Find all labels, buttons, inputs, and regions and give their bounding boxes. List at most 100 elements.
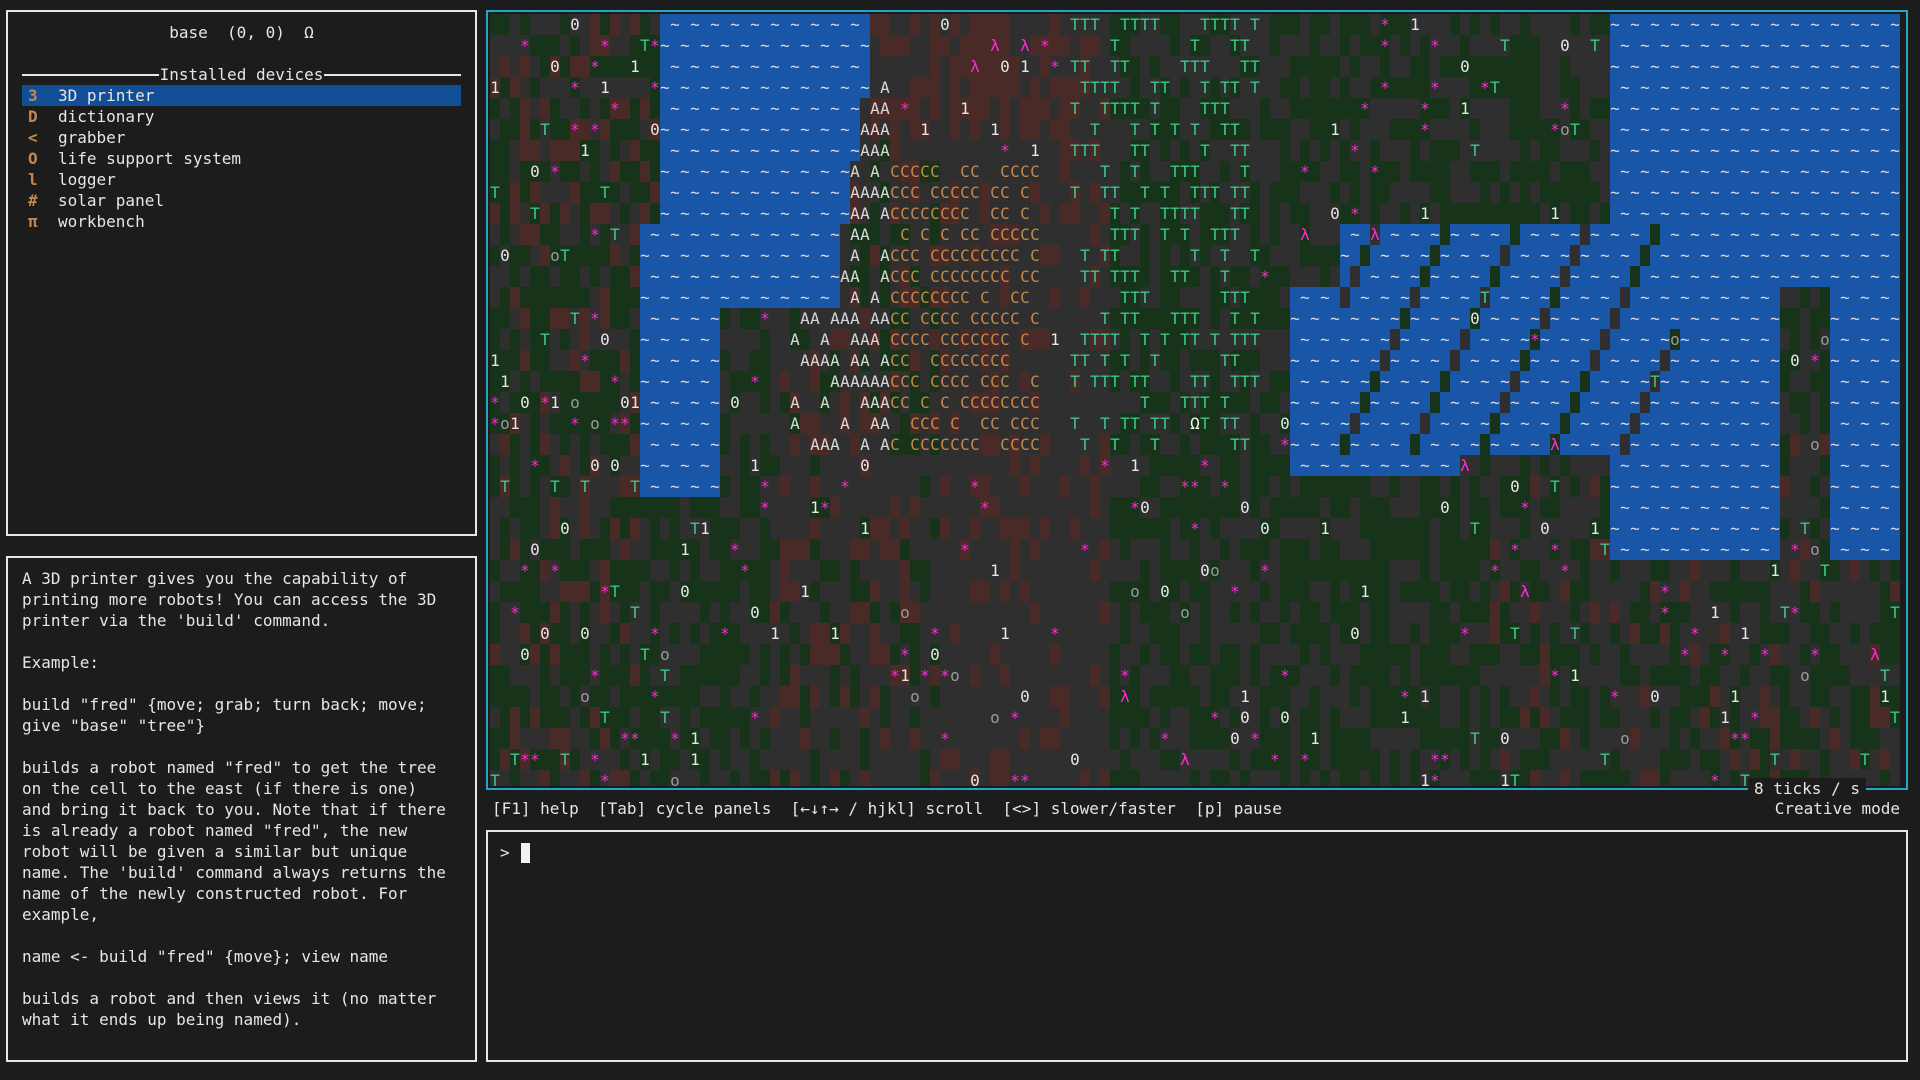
stone-cell: [1190, 287, 1200, 308]
water-icon: ~: [800, 162, 810, 181]
flower-icon: *: [1550, 540, 1560, 559]
stone-cell: [820, 476, 830, 497]
grass-cell: [540, 266, 550, 287]
grass-cell: [1310, 119, 1320, 140]
water-icon: ~: [1320, 330, 1330, 349]
tree-icon: T: [1140, 183, 1150, 202]
tree-icon: T: [1220, 288, 1230, 307]
tree-icon: T: [1230, 141, 1240, 160]
water-icon: ~: [1610, 57, 1620, 76]
device-item[interactable]: l logger: [22, 169, 461, 190]
robot-panel[interactable]: base (0, 0) Ω Installed devices 3 3D prin…: [6, 10, 477, 536]
device-item[interactable]: Olife support system: [22, 148, 461, 169]
grass-cell: [1450, 476, 1460, 497]
grass-cell: [1570, 98, 1580, 119]
water-cell: [1430, 287, 1440, 308]
grass-cell: [1200, 35, 1210, 56]
grass-cell: [810, 455, 820, 476]
grass-cell: [1140, 308, 1150, 329]
grass-cell: [760, 434, 770, 455]
stone-cell: [950, 476, 960, 497]
water-icon: ~: [1790, 15, 1800, 34]
stone-cell: [1270, 434, 1280, 455]
bit-1-icon: 1: [600, 78, 610, 97]
water-cell: [1680, 224, 1690, 245]
grass-cell: [1480, 455, 1490, 476]
mountain-icon: A: [860, 225, 870, 244]
water-icon: ~: [1730, 477, 1740, 496]
water-cell: [1580, 266, 1590, 287]
grass-cell: [510, 497, 520, 518]
stone-cell: [1000, 476, 1010, 497]
stone-cell: [1460, 497, 1470, 518]
grass-cell: [1130, 56, 1140, 77]
dirt-cell: [1070, 203, 1080, 224]
stone-cell: [1060, 560, 1070, 581]
copper-ore-icon: C: [950, 183, 960, 202]
water-icon: ~: [1870, 519, 1880, 538]
grass-cell: [1510, 56, 1520, 77]
water-cell: [840, 140, 850, 161]
device-info-panel[interactable]: A 3D printer gives you the capability of…: [6, 556, 477, 1062]
device-item[interactable]: < grabber: [22, 127, 461, 148]
world-map[interactable]: 0 ~ ~ ~ ~ ~ ~ ~ ~ ~ ~0 T T T T T T T T T T T T * 1 ~ ~ ~ ~ ~ ~ ~ ~ ~ ~ ~ ~ ~ ~…: [490, 14, 1904, 786]
water-cell: [1540, 392, 1550, 413]
water-icon: ~: [1610, 183, 1620, 202]
flower-icon: *: [1260, 267, 1270, 286]
water-cell: [1770, 161, 1780, 182]
water-cell: [1570, 287, 1580, 308]
mountain-icon: A: [850, 309, 860, 328]
bit-1-icon: 1: [500, 372, 510, 391]
bit-1-icon: 1: [1030, 141, 1040, 160]
grass-cell: [1270, 287, 1280, 308]
water-cell: [1450, 455, 1460, 476]
water-cell: [1880, 56, 1890, 77]
stone-cell: [910, 539, 920, 560]
device-item[interactable]: # solar panel: [22, 190, 461, 211]
grass-cell: [1810, 371, 1820, 392]
water-cell: [1870, 539, 1880, 560]
stone-cell: [910, 140, 920, 161]
water-cell: [1610, 203, 1620, 224]
water-cell: [1540, 224, 1550, 245]
grass-cell: [520, 14, 530, 35]
water-cell: [1890, 497, 1900, 518]
copper-ore-icon: C: [960, 393, 970, 412]
grass-cell: [1580, 539, 1590, 560]
grass-cell: [550, 371, 560, 392]
flower-icon: *: [1810, 351, 1820, 370]
device-item[interactable]: 3 3D printer: [22, 85, 461, 106]
water-cell: [760, 140, 770, 161]
stone-cell: [1580, 56, 1590, 77]
grass-cell: [1250, 224, 1260, 245]
dirt-cell: [1080, 35, 1090, 56]
stone-cell: [1480, 119, 1490, 140]
device-item[interactable]: π workbench: [22, 211, 461, 232]
stone-cell: [1020, 350, 1030, 371]
water-icon: ~: [1660, 288, 1670, 307]
stone-cell: [1590, 119, 1600, 140]
device-item[interactable]: Ddictionary: [22, 106, 461, 127]
water-cell: [1890, 539, 1900, 560]
grass-cell: [630, 560, 640, 581]
water-cell: [1840, 182, 1850, 203]
water-cell: [1830, 287, 1840, 308]
stone-cell: [1490, 497, 1500, 518]
grass-cell: [1580, 119, 1590, 140]
water-icon: ~: [1820, 162, 1830, 181]
stone-cell: [530, 56, 540, 77]
stone-cell: [1160, 35, 1170, 56]
water-icon: ~: [1510, 435, 1520, 454]
dirt-cell: [940, 35, 950, 56]
world-view-panel[interactable]: 0 ~ ~ ~ ~ ~ ~ ~ ~ ~ ~0 T T T T T T T T T T T T * 1 ~ ~ ~ ~ ~ ~ ~ ~ ~ ~ ~ ~ ~ ~…: [486, 10, 1908, 790]
stone-cell: [1340, 287, 1350, 308]
stone-cell: [1500, 140, 1510, 161]
dirt-cell: [1020, 98, 1030, 119]
tree-icon: T: [1080, 246, 1090, 265]
grass-cell: [900, 434, 910, 455]
water-cell: [1880, 392, 1890, 413]
stone-cell: [1810, 392, 1820, 413]
water-icon: ~: [1730, 141, 1740, 160]
water-cell: [800, 98, 810, 119]
stone-cell: [1420, 140, 1430, 161]
